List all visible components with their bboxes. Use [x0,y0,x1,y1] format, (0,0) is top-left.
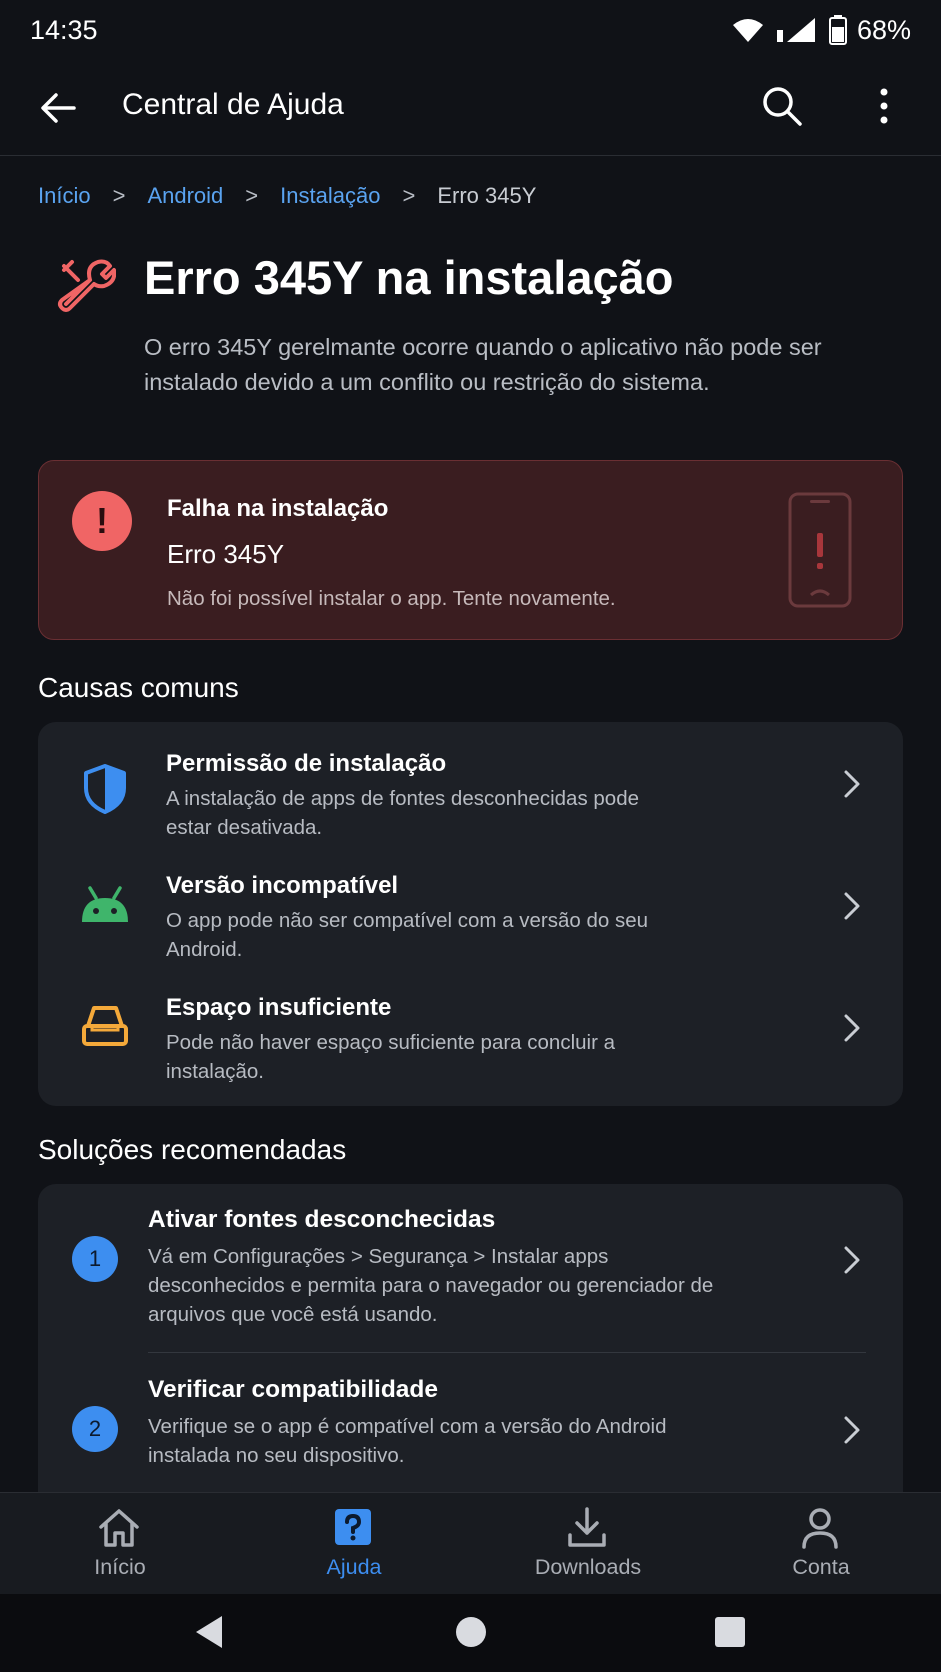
wifi-icon [732,19,763,42]
storage-icon [82,1006,128,1046]
cause-description: Pode não haver espaço suficiente para co… [166,1031,616,1083]
divider [148,1352,866,1353]
system-recents-icon[interactable] [714,1616,746,1648]
causes-section-title: Causas comuns [38,672,239,703]
more-vert-icon[interactable] [868,86,900,126]
back-arrow-icon[interactable] [38,88,78,128]
chevron-right-icon [844,892,860,920]
app-title: Central de Ajuda [122,88,344,121]
app-bar: Central de Ajuda [0,60,941,156]
solution-item-2[interactable]: 2 Verificar compatibilidade Verifique se… [38,1354,903,1492]
error-card: ! Falha na instalação Erro 345Y Não foi … [38,460,903,640]
phone-warning-icon [788,492,852,608]
chevron-right-icon [844,1416,860,1444]
breadcrumb-separator: > [112,183,126,208]
solution-description: Vá em Configurações > Segurança > Instal… [148,1245,714,1326]
solution-description: Verifique se o app é compatível com a ve… [148,1415,667,1467]
shield-icon [84,764,126,814]
android-icon [82,886,128,922]
chevron-right-icon [844,1246,860,1274]
solution-item-1[interactable]: 1 Ativar fontes desconchecidas Vá em Con… [38,1184,903,1352]
battery-percent: 68% [856,14,911,45]
breadcrumb-separator: > [402,183,416,208]
breadcrumb-instalacao[interactable]: Instalação [280,183,380,209]
system-back-icon[interactable] [192,1614,226,1650]
solutions-section-title: Soluções recomendadas [38,1134,347,1165]
status-bar: 14:35 68% [0,0,941,60]
page-title: Erro 345Y na instalação [144,251,674,304]
breadcrumb-inicio[interactable]: Início [38,183,91,209]
cause-title: Espaço insuficiente [166,994,392,1021]
chevron-right-icon [844,770,860,798]
nav-item-inicio[interactable]: Início [40,1505,200,1589]
chevron-right-icon [844,1014,860,1042]
solution-title: Verificar compatibilidade [148,1376,439,1403]
causes-card: Permissão de instalação A instalação de … [38,722,903,1106]
cause-item-storage[interactable]: Espaço insuficiente Pode não haver espaç… [38,966,903,1106]
system-navigation-bar [0,1594,941,1672]
nav-item-downloads[interactable]: Downloads [508,1505,668,1589]
cause-description: O app pode não ser compatível com a vers… [166,909,649,961]
breadcrumb-current: Erro 345Y [437,183,537,208]
bottom-navigation: Início Ajuda Downloads Conta [0,1492,941,1594]
nav-label: Início [94,1555,146,1579]
nav-item-conta[interactable]: Conta [741,1505,901,1589]
solution-title: Ativar fontes desconchecidas [148,1206,496,1233]
error-message: Não foi possível instalar o app. Tente n… [167,587,616,610]
download-icon [568,1507,606,1547]
cause-title: Permissão de instalação [166,750,447,777]
system-home-icon[interactable] [454,1615,488,1649]
status-icons: 68% [731,15,911,46]
cause-item-permission[interactable]: Permissão de instalação A instalação de … [38,722,903,844]
breadcrumb-separator: > [245,183,259,208]
error-badge-glyph: ! [96,500,108,541]
nav-label: Conta [792,1555,850,1579]
battery-icon [828,15,847,45]
error-title: Falha na instalação [167,495,389,522]
search-icon[interactable] [760,84,804,128]
cause-item-version[interactable]: Versão incompatível O app pode não ser c… [38,844,903,966]
account-icon [802,1508,838,1549]
solutions-card: 1 Ativar fontes desconchecidas Vá em Con… [38,1184,903,1492]
nav-label: Downloads [534,1555,642,1579]
error-code: Erro 345Y [167,539,285,569]
wrench-icon [58,259,116,312]
nav-label: Ajuda [326,1555,382,1579]
breadcrumb-android[interactable]: Android [147,183,223,209]
step-number-badge: 2 [72,1406,118,1452]
step-number-badge: 1 [72,1236,118,1282]
signal-icon [776,18,815,42]
cause-description: A instalação de apps de fontes desconhec… [166,787,639,839]
status-time: 14:35 [30,14,98,45]
page-description: O erro 345Y gerelmante ocorre quando o a… [144,334,822,395]
breadcrumb: Início > Android > Instalação > Erro 345… [38,183,536,209]
error-alert-icon: ! [72,491,132,551]
help-icon [335,1509,371,1545]
home-icon [99,1509,139,1547]
cause-title: Versão incompatível [166,872,399,899]
nav-item-ajuda[interactable]: Ajuda [274,1505,434,1589]
